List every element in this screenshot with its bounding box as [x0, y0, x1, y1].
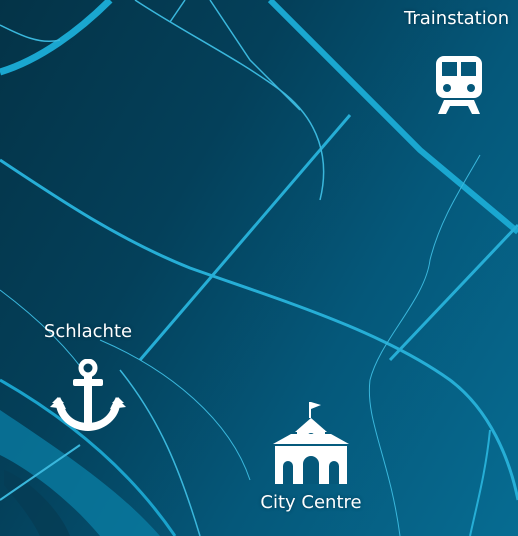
road-minor — [368, 154, 481, 536]
poi-label-trainstation: Trainstation — [404, 8, 510, 29]
poi-trainstation[interactable]: Trainstation — [404, 8, 518, 114]
town-hall-icon — [273, 402, 349, 484]
road-major — [267, 0, 518, 235]
train-icon — [436, 56, 482, 114]
anchor-icon — [50, 359, 126, 431]
road-minor — [0, 24, 61, 43]
poi-label-city-centre: City Centre — [260, 492, 362, 513]
poi-schlachte[interactable]: Schlachte — [30, 321, 146, 435]
map-view[interactable]: Trainstation Schlachte City Centre — [0, 0, 518, 536]
road-major — [388, 223, 518, 362]
road-major — [469, 429, 491, 536]
poi-label-schlachte: Schlachte — [43, 321, 133, 342]
road-major — [138, 114, 352, 361]
road-minor — [169, 0, 186, 23]
road-major — [0, 0, 113, 76]
poi-city-centre[interactable]: City Centre — [238, 400, 384, 514]
